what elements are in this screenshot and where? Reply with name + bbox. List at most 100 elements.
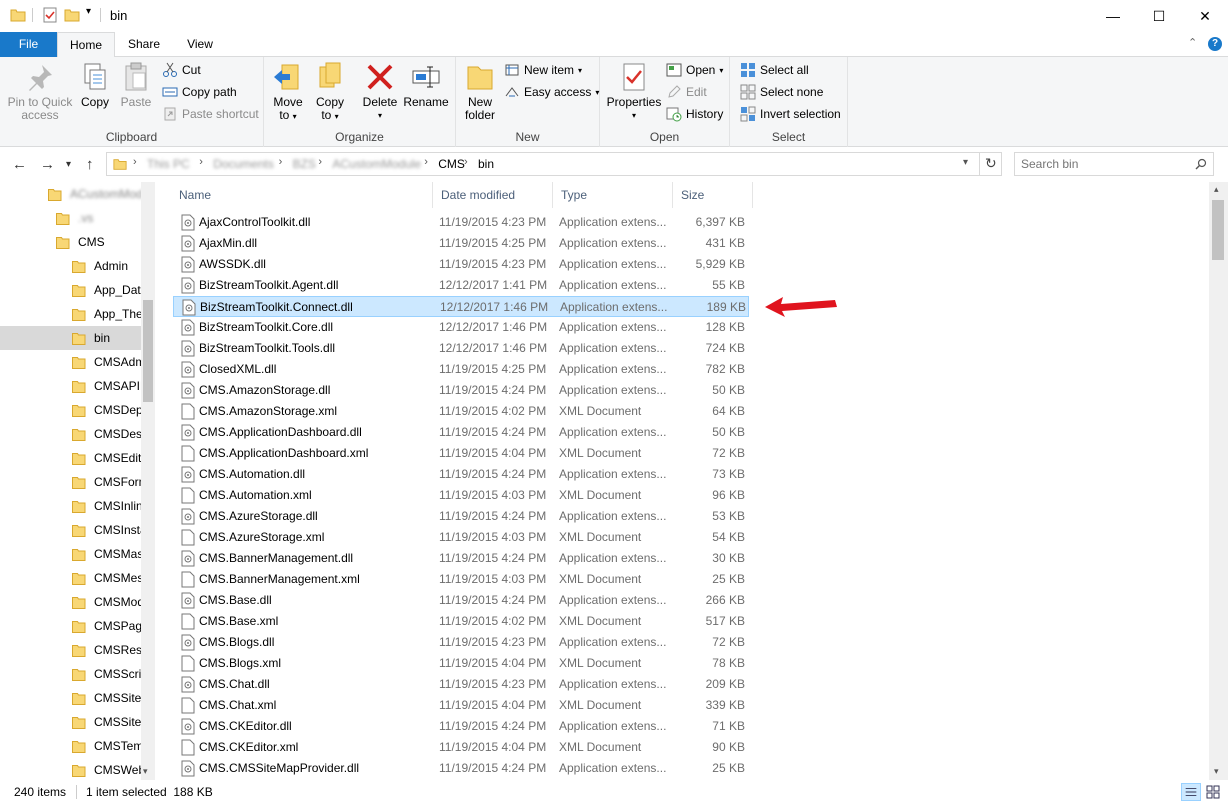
tree-item[interactable]: CMSEdit	[0, 446, 141, 470]
file-row[interactable]: CMS.CKEditor.dll 11/19/2015 4:24 PM Applic…	[173, 716, 749, 737]
copy-path-button[interactable]: Copy path	[162, 82, 237, 102]
tree-item[interactable]: CMSMessages	[0, 566, 141, 590]
file-row[interactable]: CMS.AmazonStorage.dll 11/19/2015 4:24 PM A…	[173, 380, 749, 401]
tab-view[interactable]: View	[172, 32, 228, 57]
select-none-button[interactable]: Select none	[740, 82, 823, 102]
column-header-size[interactable]: Size	[673, 182, 753, 208]
delete-button[interactable]: Delete ▾	[360, 61, 400, 122]
customize-quick-access-icon[interactable]: ▾	[86, 6, 91, 17]
details-view-icon[interactable]	[1181, 783, 1201, 801]
invert-selection-button[interactable]: Invert selection	[740, 104, 841, 124]
file-row[interactable]: CMS.Blogs.xml 11/19/2015 4:04 PM XML Docum…	[173, 653, 749, 674]
breadcrumb-item[interactable]: CMS	[438, 157, 465, 171]
up-arrow-icon[interactable]: ↑	[86, 156, 94, 173]
column-header-date-modified[interactable]: Date modified	[433, 182, 553, 208]
file-row[interactable]: BizStreamToolkit.Core.dll 12/12/2017 1:46…	[173, 317, 749, 338]
tree-item[interactable]: CMSAPIExamples	[0, 374, 141, 398]
file-row[interactable]: CMS.Chat.dll 11/19/2015 4:23 PM Applicatio…	[173, 674, 749, 695]
breadcrumb-separator[interactable]: ›	[279, 156, 283, 168]
tree-item[interactable]: CMSTemplateLayouts	[0, 734, 141, 758]
properties-icon[interactable]	[42, 7, 58, 23]
file-row[interactable]: CMS.Blogs.dll 11/19/2015 4:23 PM Applicati…	[173, 632, 749, 653]
select-all-button[interactable]: Select all	[740, 60, 809, 80]
back-arrow-icon[interactable]: ←	[12, 156, 27, 173]
copy-to-button[interactable]: Copy to ▾	[312, 61, 348, 123]
large-icons-view-icon[interactable]	[1203, 783, 1223, 801]
tree-item[interactable]: CMSSiteManager	[0, 686, 141, 710]
recent-locations-icon[interactable]: ▾	[66, 159, 71, 170]
file-row[interactable]: CMS.Chat.xml 11/19/2015 4:04 PM XML Docume…	[173, 695, 749, 716]
tree-item[interactable]: CMSWebParts	[0, 758, 141, 780]
address-dropdown-icon[interactable]: ▾	[963, 157, 968, 168]
collapse-ribbon-icon[interactable]: ⌃	[1188, 36, 1197, 49]
file-row[interactable]: CMS.ApplicationDashboard.dll 11/19/2015 4…	[173, 422, 749, 443]
open-button[interactable]: Open ▾	[666, 60, 723, 80]
tree-item[interactable]: App_Themes	[0, 302, 141, 326]
file-row[interactable]: CMS.Base.dll 11/19/2015 4:24 PM Applicatio…	[173, 590, 749, 611]
tree-item[interactable]: Admin	[0, 254, 141, 278]
column-header-type[interactable]: Type	[553, 182, 673, 208]
scroll-up-icon[interactable]: ▴	[1214, 184, 1219, 195]
file-list-scrollbar[interactable]: ▴ ▾	[1209, 182, 1228, 780]
copy-button[interactable]: Copy	[76, 61, 114, 109]
scroll-down-icon[interactable]: ▾	[1214, 766, 1219, 777]
tree-item[interactable]: CMSInlineControls	[0, 494, 141, 518]
file-row[interactable]: CMS.BannerManagement.dll 11/19/2015 4:24 …	[173, 548, 749, 569]
search-icon[interactable]	[1195, 158, 1207, 170]
column-header-name[interactable]: Name	[171, 182, 433, 208]
file-row[interactable]: ClosedXML.dll 11/19/2015 4:25 PM Applicati…	[173, 359, 749, 380]
breadcrumb-separator[interactable]: ›	[133, 156, 137, 168]
tree-item[interactable]: App_Data	[0, 278, 141, 302]
tree-item[interactable]: CMSAdminControls	[0, 350, 141, 374]
forward-arrow-icon[interactable]: →	[40, 156, 55, 173]
file-row[interactable]: CMS.CMSSiteMapProvider.dll 11/19/2015 4:2…	[173, 758, 749, 779]
file-row[interactable]: BizStreamToolkit.Connect.dll 12/12/2017 1…	[173, 296, 749, 317]
breadcrumb-item[interactable]: ACustomModule	[332, 157, 421, 171]
paste-shortcut-button[interactable]: Paste shortcut	[162, 104, 259, 124]
new-folder-button[interactable]: New folder	[460, 61, 500, 122]
pin-to-quick-access-button[interactable]: Pin to Quick access	[4, 61, 76, 122]
move-to-button[interactable]: Move to ▾	[270, 61, 306, 123]
file-row[interactable]: CMS.AzureStorage.xml 11/19/2015 4:03 PM XM…	[173, 527, 749, 548]
file-row[interactable]: AjaxMin.dll 11/19/2015 4:25 PM Application…	[173, 233, 749, 254]
scroll-down-icon[interactable]: ▾	[143, 766, 148, 777]
history-button[interactable]: History	[666, 104, 723, 124]
tree-item[interactable]: CMSSiteUtils	[0, 710, 141, 734]
tree-item[interactable]: CMSScripts	[0, 662, 141, 686]
tree-item[interactable]: CMSModules	[0, 590, 141, 614]
file-row[interactable]: CMS.AzureStorage.dll 11/19/2015 4:24 PM Ap…	[173, 506, 749, 527]
paste-button[interactable]: Paste	[116, 61, 156, 109]
close-button[interactable]: ✕	[1182, 0, 1228, 32]
file-row[interactable]: CMS.Automation.dll 11/19/2015 4:24 PM Appl…	[173, 464, 749, 485]
search-input[interactable]	[1021, 156, 1181, 172]
file-row[interactable]: CMS.CKEditor.xml 11/19/2015 4:04 PM XML Do…	[173, 737, 749, 758]
breadcrumb-item[interactable]: BZS	[293, 157, 316, 171]
tree-item[interactable]: .vs	[0, 206, 141, 230]
breadcrumb-item[interactable]: Documents	[213, 157, 274, 171]
breadcrumb-separator[interactable]: ›	[424, 156, 428, 168]
file-row[interactable]: CMS.Base.xml 11/19/2015 4:02 PM XML Docume…	[173, 611, 749, 632]
file-row[interactable]: BizStreamToolkit.Agent.dll 12/12/2017 1:4…	[173, 275, 749, 296]
tree-item[interactable]: CMSResources	[0, 638, 141, 662]
tree-item[interactable]: CMSPages	[0, 614, 141, 638]
edit-button[interactable]: Edit	[666, 82, 707, 102]
tree-item[interactable]: ACustomModule	[0, 182, 141, 206]
tree-item[interactable]: CMSDesk	[0, 422, 141, 446]
file-list-scroll-thumb[interactable]	[1212, 200, 1224, 260]
navigation-pane-scrollbar[interactable]: ▾	[141, 182, 155, 780]
minimize-button[interactable]: —	[1090, 0, 1136, 32]
breadcrumb-item[interactable]: bin	[478, 157, 494, 171]
easy-access-button[interactable]: Easy access ▾	[504, 82, 599, 102]
tree-item[interactable]: CMSFormControls	[0, 470, 141, 494]
tree-item[interactable]: CMSMasterPages	[0, 542, 141, 566]
address-bar[interactable]: › This PC › Documents › BZS › ACustomModule › CM…	[106, 152, 1002, 176]
tree-item[interactable]: bin	[0, 326, 141, 350]
breadcrumb-separator[interactable]: ›	[464, 156, 468, 168]
file-row[interactable]: CMS.Automation.xml 11/19/2015 4:03 PM XML …	[173, 485, 749, 506]
tab-home[interactable]: Home	[57, 32, 115, 58]
refresh-icon[interactable]: ↻	[985, 155, 997, 172]
breadcrumb-separator[interactable]: ›	[199, 156, 203, 168]
tree-item[interactable]: CMS	[0, 230, 141, 254]
tab-file[interactable]: File	[0, 32, 57, 57]
tree-item[interactable]: CMSDependencies	[0, 398, 141, 422]
